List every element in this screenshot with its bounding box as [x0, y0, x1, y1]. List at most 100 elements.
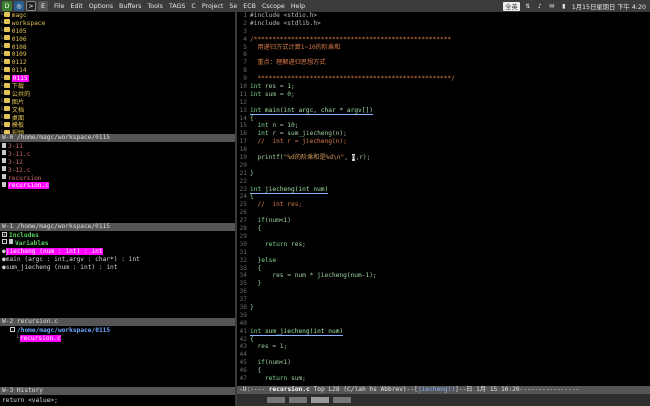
- function-item[interactable]: ●sum_jiecheng (num : int) : int: [0, 264, 235, 272]
- code-editor[interactable]: 1 #include <stdio.h> 2 #include <stdlib.h> 3…: [237, 12, 650, 386]
- dir-tree-item[interactable]: └ 公共的: [0, 90, 235, 99]
- code-line[interactable]: 38}: [237, 304, 650, 312]
- clock[interactable]: 1月15日星期日 下午 4:20: [572, 2, 646, 11]
- menu-file[interactable]: File: [54, 3, 65, 10]
- menu-edit[interactable]: Edit: [71, 3, 83, 10]
- code-line[interactable]: 43 res = 1;: [237, 343, 650, 351]
- code-line[interactable]: 46 {: [237, 367, 650, 375]
- dir-tree-item[interactable]: └ magc: [0, 12, 235, 20]
- browser-icon[interactable]: ◎: [14, 1, 24, 11]
- expand-box-icon[interactable]: +: [2, 232, 7, 237]
- menu-options[interactable]: Options: [89, 3, 113, 10]
- dir-tree-item[interactable]: └ 0106: [0, 35, 235, 44]
- code-line[interactable]: 30 return res;: [237, 241, 650, 249]
- dir-tree-item[interactable]: └ 下载: [0, 82, 235, 91]
- menu-ecb[interactable]: ECB: [243, 3, 256, 10]
- code-line[interactable]: 25 // int res;: [237, 201, 650, 209]
- code-line[interactable]: 40: [237, 320, 650, 328]
- source-file-item[interactable]: 3-12.c: [0, 166, 235, 175]
- source-file-item[interactable]: recursion: [0, 174, 235, 183]
- dir-tree-item[interactable]: └ 0115: [0, 74, 235, 83]
- menu-tools[interactable]: Tools: [147, 3, 163, 10]
- taskbar-window-button[interactable]: [289, 397, 307, 403]
- code-line[interactable]: 39: [237, 312, 650, 320]
- dir-tree-item[interactable]: └ workspace: [0, 19, 235, 28]
- function-item[interactable]: ●jiecheng (num : int) : int: [0, 247, 235, 256]
- code-line[interactable]: 27 if(num<1): [237, 217, 650, 225]
- code-line[interactable]: 34 res = num * jiecheng(num-1);: [237, 272, 650, 280]
- ime-indicator[interactable]: 全英: [503, 1, 520, 11]
- emacs-icon[interactable]: E: [38, 1, 48, 11]
- taskbar-window-button[interactable]: [267, 397, 285, 403]
- terminal-icon[interactable]: >: [26, 1, 36, 11]
- ecb-directories-pane[interactable]: └ magc └ workspace └ 0105 └ 0106 └ 0108 └ 0109…: [0, 12, 235, 134]
- code-line[interactable]: 4/**************************************…: [237, 36, 650, 44]
- code-line[interactable]: 22: [237, 178, 650, 186]
- menu-buffers[interactable]: Buffers: [119, 3, 141, 10]
- source-file-item[interactable]: 3-11: [0, 143, 235, 151]
- code-line[interactable]: 47 return sum;: [237, 375, 650, 383]
- code-line[interactable]: 1 #include <stdio.h>: [237, 12, 650, 20]
- code-line[interactable]: 26: [237, 209, 650, 217]
- code-line[interactable]: 18: [237, 146, 650, 154]
- dir-tree-item[interactable]: └ 0105: [0, 27, 235, 36]
- collapse-box-icon[interactable]: -: [2, 239, 7, 245]
- code-line[interactable]: 2 #include <stdlib.h>: [237, 20, 650, 28]
- volume-icon[interactable]: ♪: [536, 2, 544, 10]
- code-line[interactable]: 10 int res = 1;: [237, 83, 650, 91]
- code-line[interactable]: 14{: [237, 115, 650, 123]
- menu-se[interactable]: Se: [229, 3, 237, 10]
- menu-cscope[interactable]: Cscope: [262, 3, 285, 10]
- code-line[interactable]: 29: [237, 233, 650, 241]
- code-line[interactable]: 3: [237, 28, 650, 36]
- source-file-item[interactable]: 3-12: [0, 158, 235, 167]
- code-line[interactable]: 23 int jiecheng(int num): [237, 185, 650, 194]
- code-line[interactable]: 35 }: [237, 280, 650, 288]
- code-line[interactable]: 5 用递归方式计算1~10的阶乘和: [237, 44, 650, 52]
- mail-icon[interactable]: ✉: [548, 2, 556, 10]
- code-line[interactable]: 19 printf("%d的阶乘和是%d\n", n,r);: [237, 154, 650, 162]
- code-line[interactable]: 15 int n = 10;: [237, 122, 650, 130]
- battery-icon[interactable]: ▮: [560, 2, 568, 10]
- code-line[interactable]: 16 int r = sum_jiecheng(n);: [237, 130, 650, 138]
- function-item[interactable]: ●main (argc : int,argv : char*) : int: [0, 256, 235, 264]
- menu-help[interactable]: Help: [291, 3, 305, 10]
- taskbar-window-button[interactable]: [311, 397, 329, 403]
- collapse-box-icon[interactable]: -: [10, 327, 15, 332]
- code-line[interactable]: 32 }else: [237, 257, 650, 265]
- app-launcher-icon[interactable]: D: [2, 1, 12, 11]
- minibuffer[interactable]: return <value>;: [0, 396, 235, 406]
- history-dir[interactable]: -/home/magc/workspace/0115: [0, 327, 235, 335]
- code-line[interactable]: 28 {: [237, 225, 650, 233]
- dir-tree-item[interactable]: └ 图片: [0, 98, 235, 107]
- taskbar-window-button[interactable]: [333, 397, 351, 403]
- dir-tree-item[interactable]: └ 文档: [0, 106, 235, 115]
- code-line[interactable]: 20: [237, 162, 650, 170]
- category-variables[interactable]: - Variables: [0, 239, 235, 248]
- menu-project[interactable]: Project: [202, 3, 224, 10]
- menu-tags[interactable]: TAGS: [169, 3, 185, 10]
- source-file-item[interactable]: 3-11.c: [0, 150, 235, 159]
- source-file-item[interactable]: recursion.c: [0, 181, 235, 190]
- dir-tree-item[interactable]: └ 0109: [0, 50, 235, 59]
- code-line[interactable]: 44: [237, 351, 650, 359]
- ecb-sources-pane[interactable]: 3-11 3-11.c 3-12 3-12.c recursion recursion.c: [0, 143, 235, 223]
- code-line[interactable]: 7 重点：理解递归思想方式: [237, 59, 650, 67]
- category-includes[interactable]: + Includes: [0, 232, 235, 240]
- code-line[interactable]: 33 {: [237, 265, 650, 273]
- ecb-methods-pane[interactable]: + Includes - Variables ●jiecheng (num : in…: [0, 232, 235, 318]
- code-line[interactable]: 24{: [237, 193, 650, 201]
- network-icon[interactable]: ⇅: [524, 2, 532, 10]
- code-line[interactable]: 11 int sum = 0;: [237, 91, 650, 99]
- code-line[interactable]: 42{: [237, 336, 650, 344]
- dir-tree-item[interactable]: └ 桌面: [0, 114, 235, 123]
- code-line[interactable]: 31: [237, 249, 650, 257]
- modeline-buffer-name[interactable]: recursion.c: [269, 386, 310, 393]
- dir-tree-item[interactable]: └ 模板: [0, 121, 235, 130]
- ecb-history-pane[interactable]: -/home/magc/workspace/0115 └recursion.c: [0, 327, 235, 394]
- dir-tree-item[interactable]: └ 0114: [0, 66, 235, 75]
- code-line[interactable]: 41 int sum_jiecheng(int num): [237, 327, 650, 336]
- code-line[interactable]: 17 // int r = jiecheng(n);: [237, 138, 650, 146]
- code-line[interactable]: 45 if(num<1): [237, 359, 650, 367]
- code-line[interactable]: 37: [237, 296, 650, 304]
